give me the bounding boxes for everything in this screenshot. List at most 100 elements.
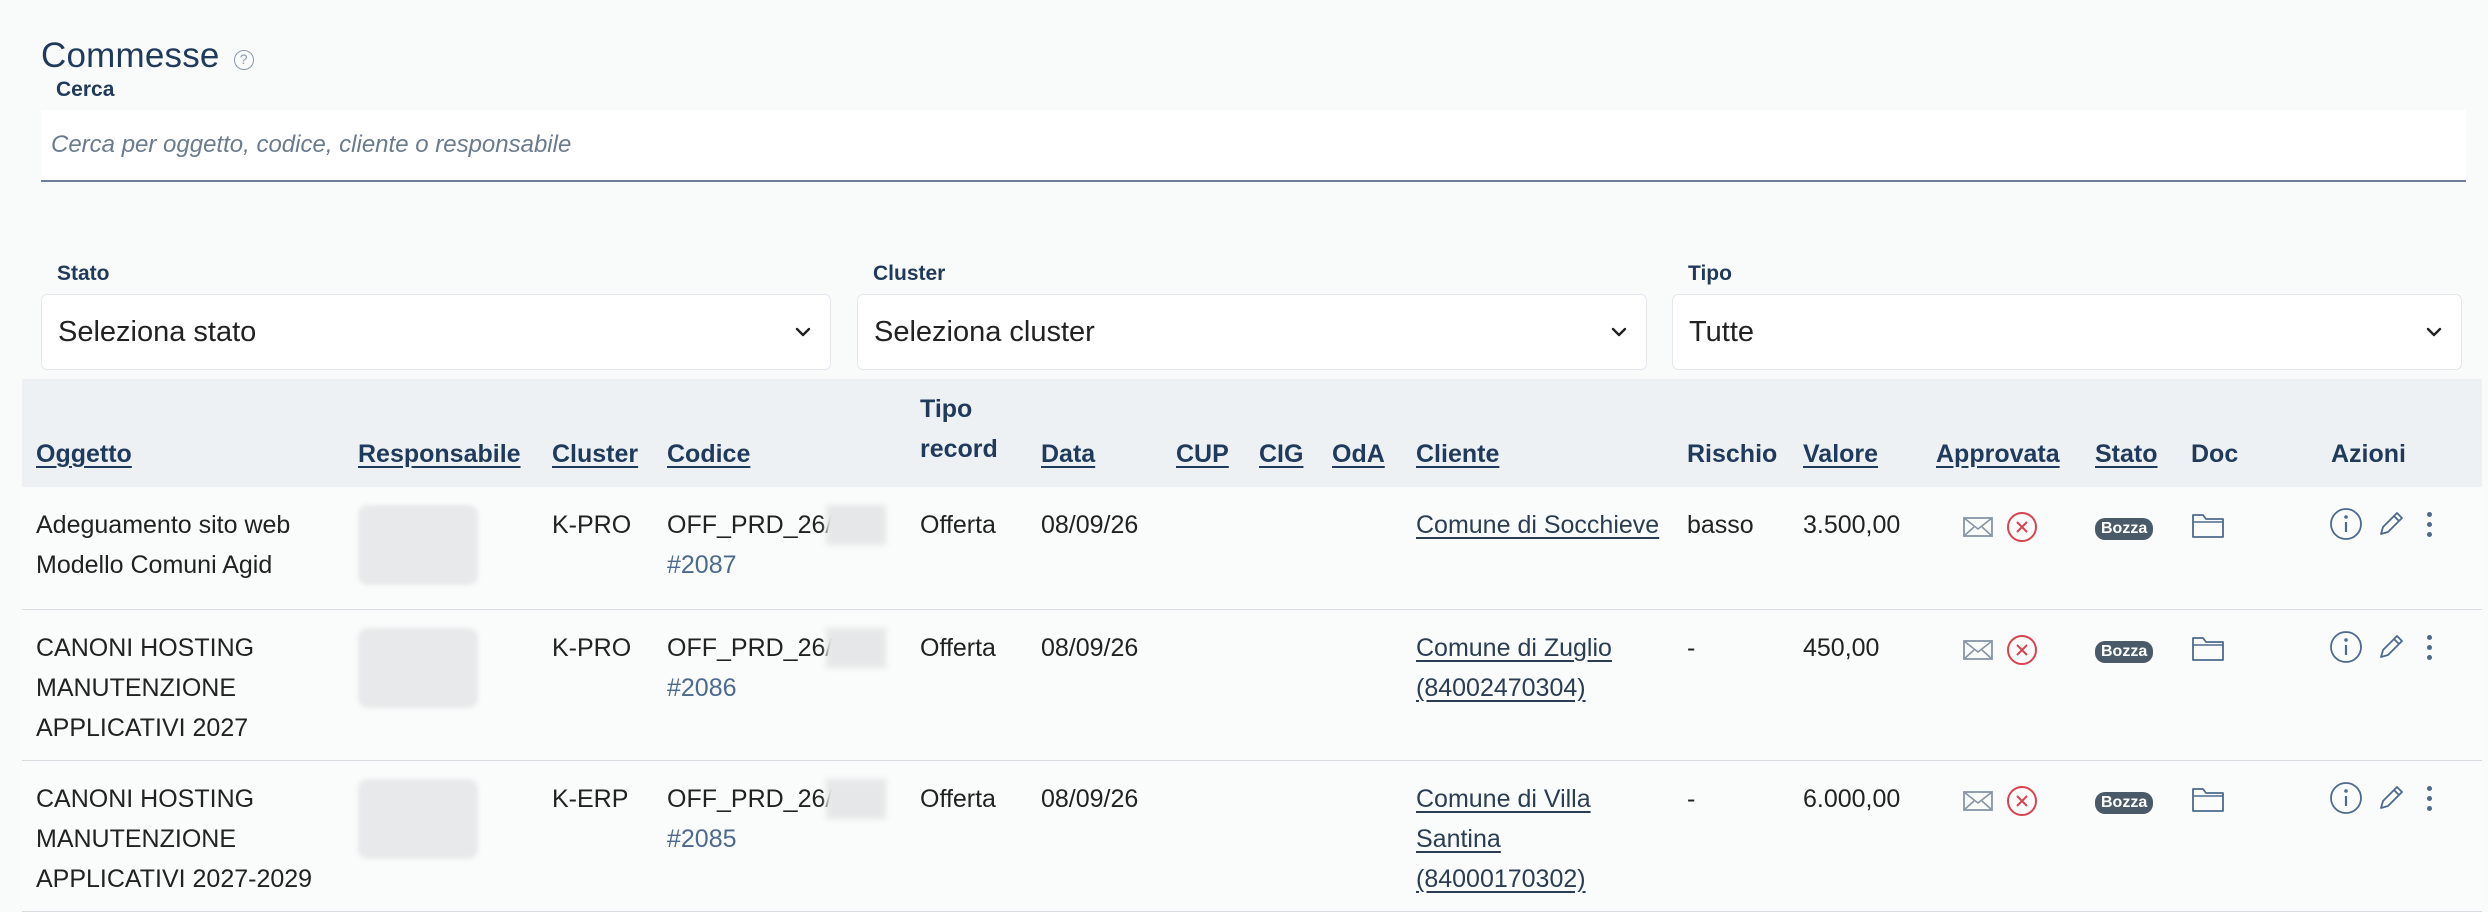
filter-cluster-label: Cluster (873, 262, 946, 285)
search-input[interactable] (41, 110, 2466, 180)
col-approvata[interactable]: Approvata (1922, 379, 2081, 487)
table-row[interactable]: CANONI HOSTING MANUTENZIONE APPLICATIVI … (22, 609, 2482, 761)
pencil-icon[interactable] (2375, 782, 2407, 814)
col-data[interactable]: Data (1027, 379, 1162, 487)
x-circle-icon[interactable] (2006, 634, 2038, 666)
col-tipo-record: Tipo record (920, 395, 998, 463)
info-icon[interactable] (2329, 507, 2363, 541)
commesse-table-wrap: Oggetto Responsabile Cluster Codice Tipo… (22, 379, 2482, 912)
table-row[interactable]: CANONI HOSTING MANUTENZIONE APPLICATIVI … (22, 760, 2482, 912)
folder-icon[interactable] (2191, 511, 2225, 539)
pencil-icon[interactable] (2375, 631, 2407, 663)
col-cliente[interactable]: Cliente (1402, 379, 1673, 487)
more-vertical-icon[interactable] (2427, 511, 2432, 537)
cell-cluster: K-PRO (552, 634, 632, 662)
cell-oda (1318, 761, 1402, 912)
table-row[interactable]: Adeguamento sito web Modello Comuni Agid… (22, 487, 2482, 610)
cell-azioni (2255, 487, 2482, 610)
col-codice[interactable]: Codice (653, 379, 906, 487)
col-cup[interactable]: CUP (1162, 379, 1245, 487)
cell-stato: Bozza (2081, 610, 2177, 761)
cliente-link[interactable]: Comune di Villa Santina (84000170302) (1416, 785, 1591, 893)
cell-responsabile (344, 610, 538, 761)
record-id-link[interactable]: #2085 (667, 825, 737, 853)
stato-select[interactable]: Seleziona stato (41, 294, 831, 370)
status-badge: Bozza (2095, 792, 2154, 814)
cell-data: 08/09/26 (1041, 511, 1139, 539)
col-stato[interactable]: Stato (2081, 379, 2177, 487)
cell-cup (1162, 487, 1245, 610)
cell-cig (1245, 761, 1318, 912)
page-title: Commesse (41, 36, 220, 75)
tipo-select[interactable]: Tutte (1672, 294, 2462, 370)
cell-approvata (1922, 610, 2081, 761)
mail-icon[interactable] (1962, 515, 1994, 539)
mail-icon[interactable] (1962, 789, 1994, 813)
redacted-codice (826, 505, 887, 545)
col-valore[interactable]: Valore (1789, 379, 1922, 487)
cell-codice: OFF_PRD_26/ #2087 (653, 487, 906, 610)
cell-codice: OFF_PRD_26/ #2086 (653, 610, 906, 761)
chevron-down-icon (795, 327, 811, 337)
chevron-down-icon (1611, 327, 1627, 337)
x-circle-icon[interactable] (2006, 511, 2038, 543)
pencil-icon[interactable] (2375, 508, 2407, 540)
cell-data: 08/09/26 (1041, 785, 1139, 813)
col-oda[interactable]: OdA (1318, 379, 1402, 487)
cell-codice: OFF_PRD_26/ #2085 (653, 761, 906, 912)
record-id-link[interactable]: #2086 (667, 674, 737, 702)
cell-cliente: Comune di Villa Santina (84000170302) (1402, 761, 1673, 912)
cell-oda (1318, 487, 1402, 610)
cell-cup (1162, 610, 1245, 761)
cell-cliente: Comune di Zuglio (84002470304) (1402, 610, 1673, 761)
cell-azioni (2255, 761, 2482, 912)
cell-rischio: basso (1687, 511, 1754, 539)
folder-icon[interactable] (2191, 785, 2225, 813)
cell-cig (1245, 487, 1318, 610)
cell-cup (1162, 761, 1245, 912)
cell-approvata (1922, 487, 2081, 610)
search-box (41, 110, 2466, 182)
cliente-link[interactable]: Comune di Zuglio (84002470304) (1416, 634, 1612, 702)
cluster-select[interactable]: Seleziona cluster (857, 294, 1647, 370)
cell-rischio: - (1687, 634, 1696, 662)
tipo-select-value: Tutte (1689, 315, 1755, 348)
redacted-responsabile (358, 779, 478, 859)
col-cluster[interactable]: Cluster (538, 379, 653, 487)
x-circle-icon[interactable] (2006, 785, 2038, 817)
more-vertical-icon[interactable] (2427, 785, 2432, 811)
cell-azioni (2255, 610, 2482, 761)
col-oggetto[interactable]: Oggetto (22, 379, 344, 487)
redacted-responsabile (358, 628, 478, 708)
info-icon[interactable] (2329, 781, 2363, 815)
cell-valore: 450,00 (1803, 634, 1880, 662)
cell-cig (1245, 610, 1318, 761)
cell-oda (1318, 610, 1402, 761)
col-rischio: Rischio (1687, 440, 1778, 468)
folder-icon[interactable] (2191, 634, 2225, 662)
cell-responsabile (344, 487, 538, 610)
col-cig[interactable]: CIG (1245, 379, 1318, 487)
title-row: Commesse ? (41, 36, 254, 76)
commesse-page: Commesse ? Cerca Stato Seleziona stato C… (0, 0, 2488, 912)
status-badge: Bozza (2095, 641, 2154, 663)
table-header-row: Oggetto Responsabile Cluster Codice Tipo… (22, 379, 2482, 487)
more-vertical-icon[interactable] (2427, 634, 2432, 660)
cell-doc (2177, 487, 2255, 610)
redacted-codice (826, 628, 887, 668)
cell-oggetto: CANONI HOSTING MANUTENZIONE APPLICATIVI … (36, 785, 313, 893)
redacted-responsabile (358, 505, 478, 585)
col-azioni: Azioni (2331, 440, 2406, 468)
info-icon[interactable] (2329, 630, 2363, 664)
stato-select-value: Seleziona stato (58, 315, 257, 348)
record-id-link[interactable]: #2087 (667, 551, 737, 579)
search-label: Cerca (56, 78, 115, 101)
cell-cluster: K-ERP (552, 785, 629, 813)
col-responsabile[interactable]: Responsabile (344, 379, 538, 487)
mail-icon[interactable] (1962, 638, 1994, 662)
filter-tipo: Tipo Tutte (1672, 262, 2462, 370)
help-icon[interactable]: ? (233, 50, 254, 70)
filter-stato: Stato Seleziona stato (41, 262, 831, 370)
cell-rischio: - (1687, 785, 1696, 813)
cliente-link[interactable]: Comune di Socchieve (1416, 511, 1659, 539)
